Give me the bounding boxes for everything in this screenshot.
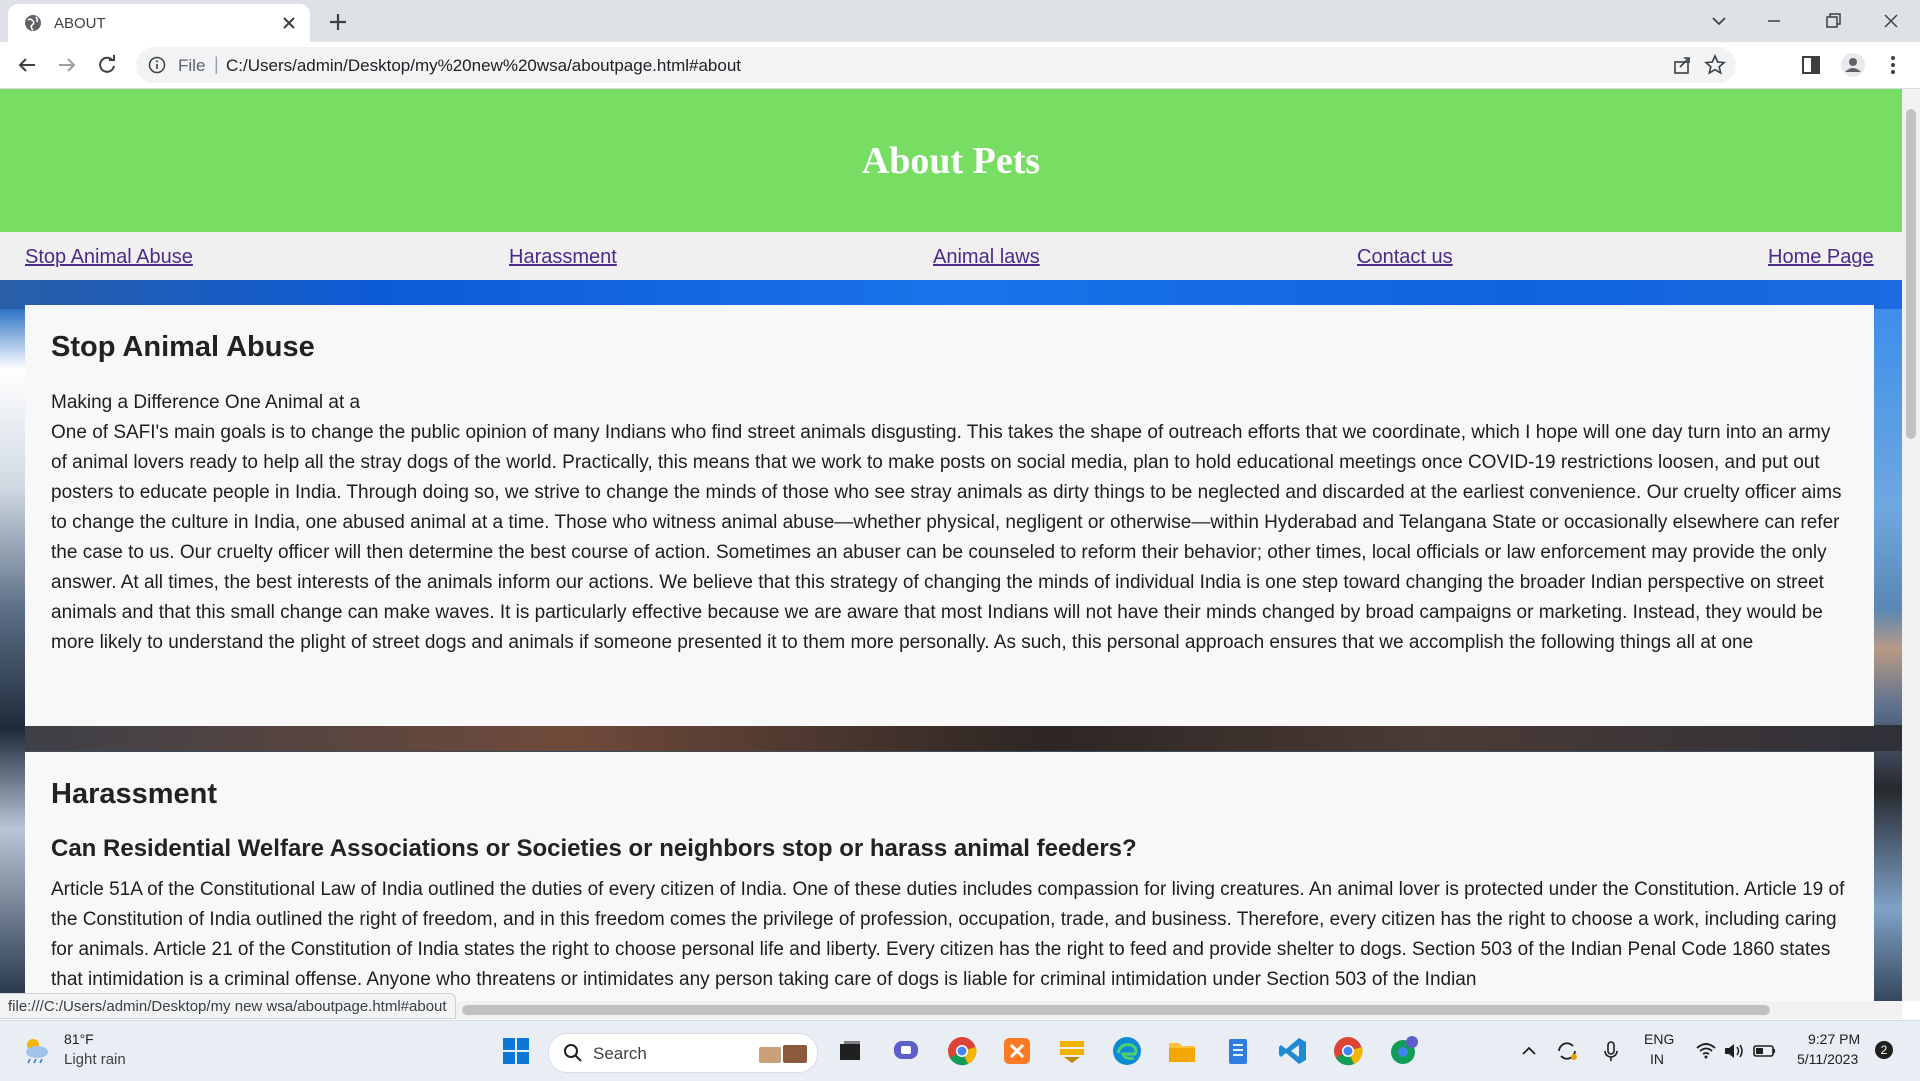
edge-icon[interactable] bbox=[1111, 1035, 1143, 1067]
reload-icon[interactable] bbox=[92, 50, 122, 80]
chrome-active-icon[interactable] bbox=[1332, 1035, 1364, 1067]
url-text[interactable]: C:/Users/admin/Desktop/my%20new%20wsa/ab… bbox=[226, 56, 741, 76]
vertical-scrollbar[interactable] bbox=[1902, 89, 1920, 1001]
windows-start-icon[interactable] bbox=[500, 1035, 532, 1067]
page-nav: Stop Animal Abuse Harassment Animal laws… bbox=[0, 232, 1902, 280]
url-separator: | bbox=[214, 54, 219, 74]
nav-link-harassment[interactable]: Harassment bbox=[509, 246, 617, 269]
taskbar: 81°F Light rain Search ENG IN 9:27 PM 5/… bbox=[0, 1020, 1920, 1081]
section-heading: Harassment bbox=[51, 778, 218, 810]
section-heading: Stop Animal Abuse bbox=[51, 331, 315, 363]
share-icon[interactable] bbox=[1672, 55, 1692, 75]
background-image-band bbox=[0, 725, 1902, 751]
teams-chat-icon[interactable] bbox=[890, 1035, 922, 1067]
page-header: About Pets bbox=[0, 89, 1902, 232]
back-arrow-icon[interactable] bbox=[12, 50, 42, 80]
info-icon[interactable] bbox=[148, 56, 166, 74]
taskbar-search[interactable]: Search bbox=[548, 1033, 818, 1073]
page-viewport: About Pets Stop Animal Abuse Harassment … bbox=[0, 89, 1902, 1001]
wifi-icon[interactable] bbox=[1694, 1035, 1718, 1067]
side-panel-icon[interactable] bbox=[1798, 52, 1824, 78]
section-harassment: Harassment Can Residential Welfare Assoc… bbox=[25, 752, 1874, 1001]
nav-link-home-page[interactable]: Home Page bbox=[1768, 246, 1874, 269]
section-body: One of SAFI's main goals is to change th… bbox=[51, 422, 1842, 653]
close-window-icon[interactable] bbox=[1876, 6, 1906, 36]
language-indicator[interactable]: ENG bbox=[1644, 1031, 1674, 1047]
tab-search-icon[interactable] bbox=[1704, 6, 1734, 36]
clock-time[interactable]: 9:27 PM bbox=[1808, 1031, 1860, 1047]
bookmark-star-icon[interactable] bbox=[1704, 54, 1726, 76]
language-region: IN bbox=[1650, 1051, 1664, 1067]
globe-icon bbox=[25, 15, 41, 31]
new-tab-icon[interactable] bbox=[324, 8, 352, 36]
tab-strip: ABOUT bbox=[0, 0, 1920, 42]
weather-description: Light rain bbox=[64, 1051, 126, 1068]
weather-icon[interactable] bbox=[20, 1033, 52, 1065]
chrome-icon[interactable] bbox=[946, 1035, 978, 1067]
sync-icon[interactable] bbox=[1554, 1035, 1580, 1067]
address-bar[interactable]: File | C:/Users/admin/Desktop/my%20new%2… bbox=[136, 47, 1736, 83]
search-highlight-icon bbox=[759, 1045, 807, 1063]
microphone-icon[interactable] bbox=[1600, 1035, 1622, 1067]
nav-link-animal-laws[interactable]: Animal laws bbox=[933, 246, 1040, 269]
page-title: About Pets bbox=[861, 139, 1041, 182]
section-stop-animal-abuse: Stop Animal Abuse Making a Difference On… bbox=[25, 305, 1874, 726]
clock-date[interactable]: 5/11/2023 bbox=[1797, 1051, 1858, 1067]
minimize-icon[interactable] bbox=[1759, 6, 1789, 36]
chrome-profile-icon[interactable] bbox=[1388, 1035, 1420, 1067]
profile-avatar-icon[interactable] bbox=[1840, 52, 1866, 78]
tab-title: ABOUT bbox=[54, 15, 106, 32]
url-scheme: File bbox=[178, 56, 206, 75]
background-image-left bbox=[0, 309, 25, 1001]
vscode-icon[interactable] bbox=[1277, 1035, 1309, 1067]
search-label: Search bbox=[593, 1044, 647, 1063]
scrollbar-thumb[interactable] bbox=[462, 1005, 1770, 1015]
browser-toolbar: File | C:/Users/admin/Desktop/my%20new%2… bbox=[0, 42, 1920, 89]
notification-badge[interactable]: 2 bbox=[1875, 1041, 1893, 1059]
task-view-icon[interactable] bbox=[834, 1035, 866, 1067]
volume-icon[interactable] bbox=[1722, 1035, 1746, 1067]
section-body: Article 51A of the Constitutional Law of… bbox=[51, 879, 1845, 990]
nav-link-stop-animal-abuse[interactable]: Stop Animal Abuse bbox=[25, 246, 193, 269]
nav-link-contact-us[interactable]: Contact us bbox=[1357, 246, 1453, 269]
file-explorer-icon[interactable] bbox=[1166, 1035, 1198, 1067]
sublime-icon[interactable] bbox=[1056, 1035, 1088, 1067]
chevron-up-icon[interactable] bbox=[1518, 1035, 1540, 1067]
status-bubble: file:///C:/Users/admin/Desktop/my new ws… bbox=[0, 993, 456, 1019]
notepad-icon[interactable] bbox=[1222, 1035, 1254, 1067]
menu-kebab-icon[interactable] bbox=[1880, 52, 1906, 78]
section-subtitle: Making a Difference One Animal at a bbox=[51, 392, 361, 413]
battery-icon[interactable] bbox=[1752, 1035, 1778, 1067]
section-subheading: Can Residential Welfare Associations or … bbox=[51, 835, 1137, 862]
browser-tab[interactable]: ABOUT bbox=[8, 4, 310, 42]
forward-arrow-icon[interactable] bbox=[52, 50, 82, 80]
restore-icon[interactable] bbox=[1818, 6, 1848, 36]
close-tab-icon[interactable] bbox=[278, 12, 300, 34]
xampp-icon[interactable] bbox=[1001, 1035, 1033, 1067]
search-icon bbox=[564, 1044, 582, 1062]
scrollbar-thumb[interactable] bbox=[1906, 109, 1916, 439]
weather-temperature: 81°F bbox=[64, 1031, 94, 1047]
